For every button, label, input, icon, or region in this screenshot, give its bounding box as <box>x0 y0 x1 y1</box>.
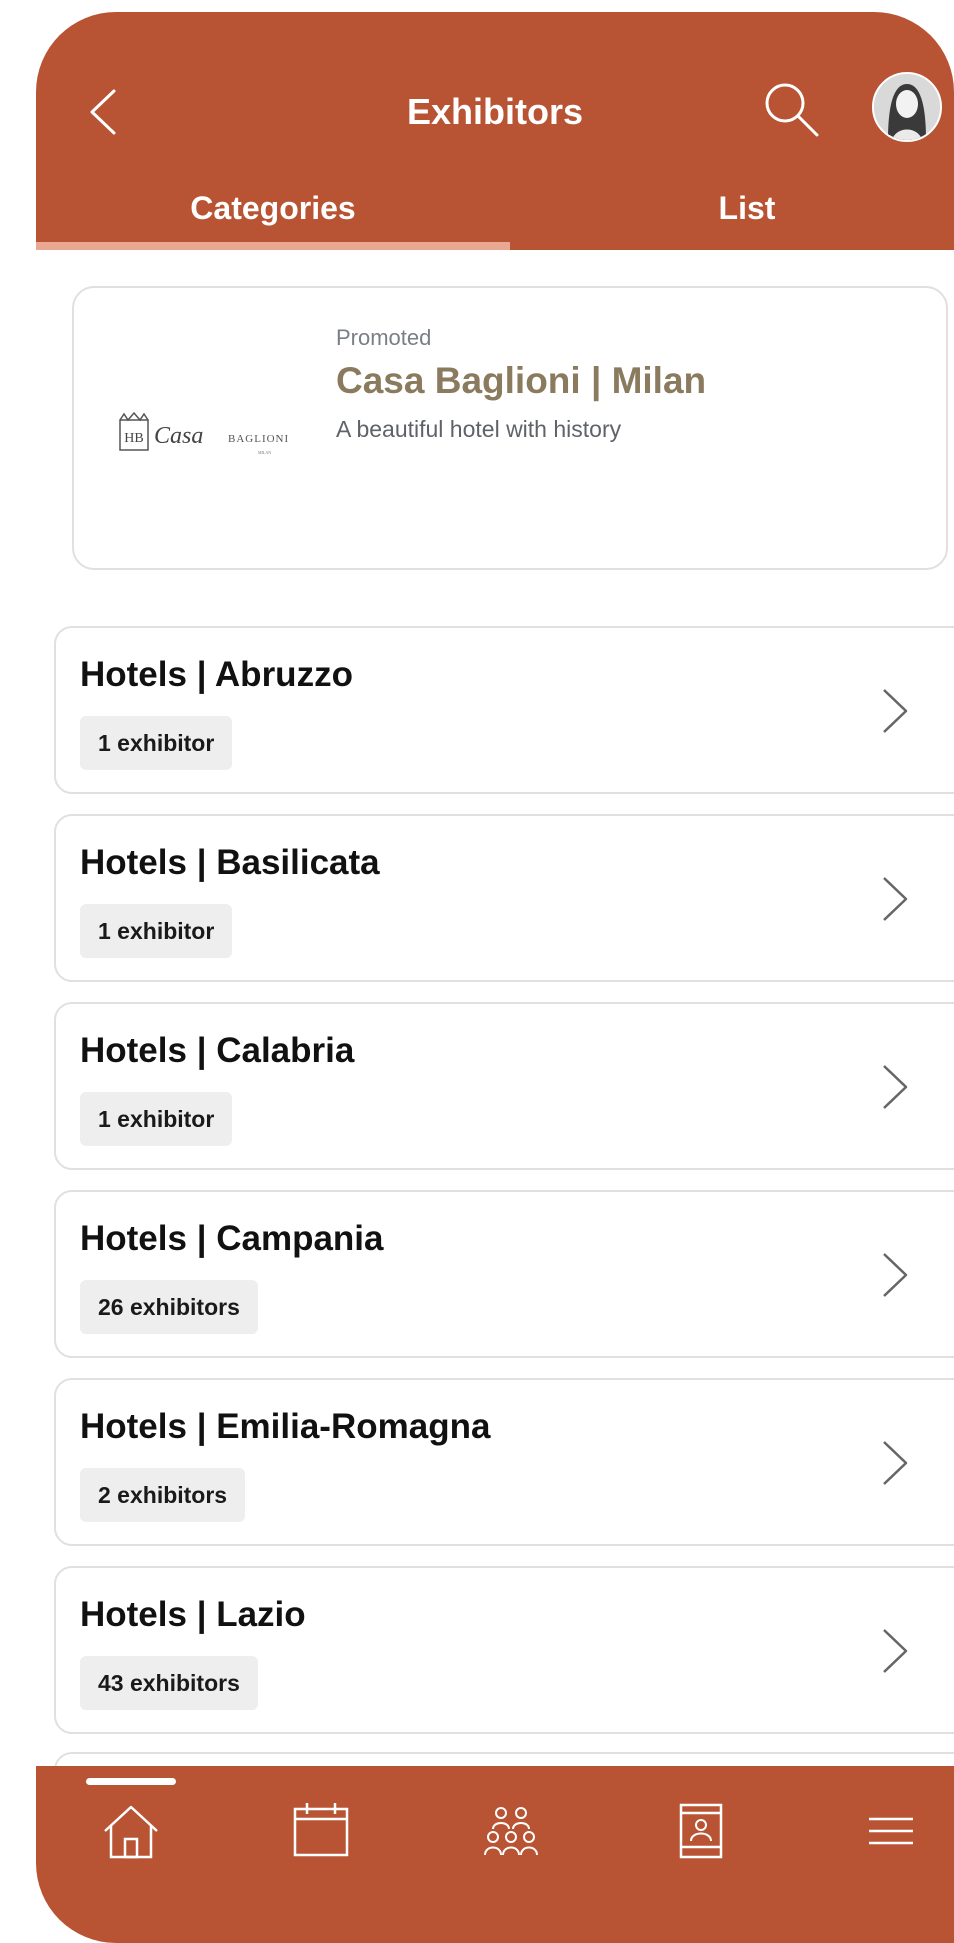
exhibitor-count-badge: 1 exhibitor <box>80 904 233 958</box>
chevron-right-icon <box>883 1629 908 1673</box>
category-name: Hotels | Abruzzo <box>80 655 353 694</box>
svg-text:Casa: Casa <box>154 423 203 449</box>
chevron-right-icon <box>883 1253 908 1297</box>
app-screen: Exhibitors Categories List HB Casa BAGLI <box>36 12 954 1943</box>
home-icon <box>104 1805 158 1859</box>
category-item[interactable]: Hotels | Basilicata 1 exhibitor <box>54 814 954 982</box>
category-item[interactable]: Hotels | Lazio 43 exhibitors <box>54 1566 954 1734</box>
tab-categories[interactable]: Categories <box>36 172 510 244</box>
avatar-photo-icon <box>874 74 940 140</box>
app-header: Exhibitors Categories List <box>36 12 954 250</box>
category-name: Hotels | Calabria <box>80 1031 355 1070</box>
promoted-exhibitor-name: Casa Baglioni | Milan <box>336 360 707 401</box>
nav-agenda-button[interactable] <box>286 1796 356 1866</box>
search-button[interactable] <box>756 72 826 146</box>
category-item[interactable]: Hotels | Abruzzo 1 exhibitor <box>54 626 954 794</box>
chevron-right-icon <box>883 689 908 733</box>
svg-text:MILAN: MILAN <box>258 450 271 455</box>
chevron-right-icon <box>883 877 908 921</box>
bottom-navigation <box>36 1766 954 1943</box>
menu-icon <box>869 1817 913 1845</box>
booth-icon <box>679 1803 723 1859</box>
category-name: Hotels | Campania <box>80 1219 384 1258</box>
category-name: Hotels | Emilia-Romagna <box>80 1407 491 1446</box>
category-name: Hotels | Lazio <box>80 1595 306 1634</box>
svg-text:HB: HB <box>124 431 143 446</box>
exhibitor-count-badge: 2 exhibitors <box>80 1468 246 1522</box>
exhibitor-count-badge: 43 exhibitors <box>80 1656 258 1710</box>
category-item[interactable]: Hotels | Calabria 1 exhibitor <box>54 1002 954 1170</box>
search-icon <box>765 83 819 137</box>
exhibitor-count-badge: 1 exhibitor <box>80 716 233 770</box>
svg-text:BAGLIONI: BAGLIONI <box>228 433 289 445</box>
tab-list[interactable]: List <box>510 172 954 244</box>
category-item[interactable]: Hotels | Emilia-Romagna 2 exhibitors <box>54 1378 954 1546</box>
user-avatar[interactable] <box>872 72 942 142</box>
nav-menu-button[interactable] <box>856 1796 926 1866</box>
exhibitor-count-badge: 1 exhibitor <box>80 1092 233 1146</box>
active-tab-indicator <box>36 242 510 250</box>
category-item[interactable]: Hotels | Campania 26 exhibitors <box>54 1190 954 1358</box>
promoted-exhibitor-card[interactable]: HB Casa BAGLIONI MILAN Promoted Casa Bag… <box>72 286 948 570</box>
promoted-label: Promoted <box>336 325 432 350</box>
casa-baglioni-logo: HB Casa BAGLIONI MILAN <box>119 411 289 455</box>
exhibitor-count-badge: 26 exhibitors <box>80 1280 258 1334</box>
nav-exhibitors-button[interactable] <box>666 1796 736 1866</box>
chevron-right-icon <box>883 1441 908 1485</box>
nav-home-button[interactable] <box>96 1796 166 1866</box>
nav-attendees-button[interactable] <box>476 1796 546 1866</box>
calendar-icon <box>293 1803 349 1857</box>
people-icon <box>484 1807 538 1856</box>
active-nav-indicator <box>86 1778 176 1785</box>
promoted-exhibitor-description: A beautiful hotel with history <box>336 416 622 442</box>
category-name: Hotels | Basilicata <box>80 843 380 882</box>
chevron-right-icon <box>883 1065 908 1109</box>
